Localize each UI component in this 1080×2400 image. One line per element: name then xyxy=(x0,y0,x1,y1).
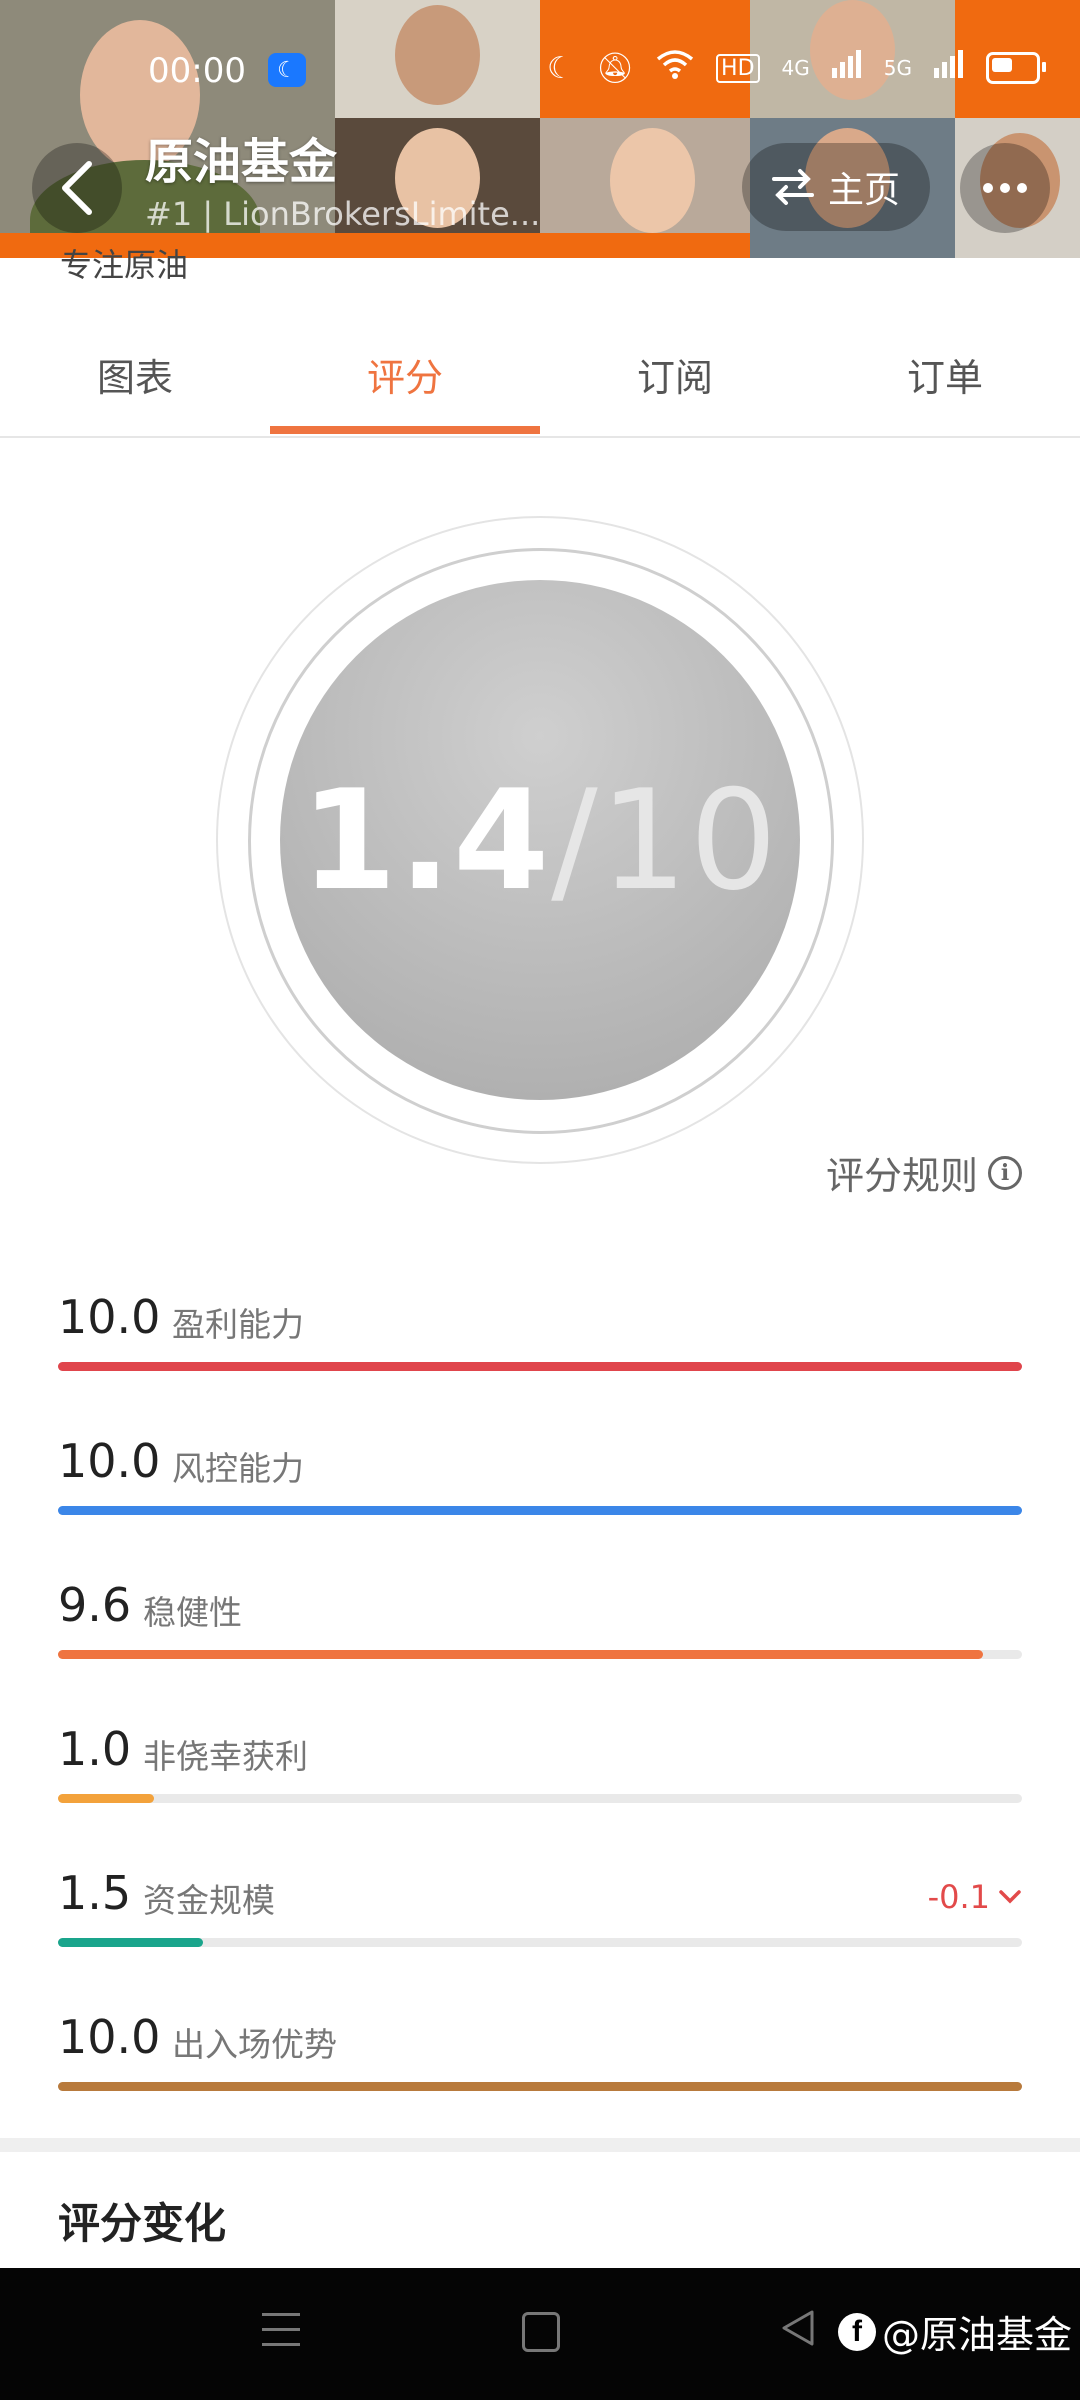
swap-arrows-icon xyxy=(771,169,814,205)
home-nav-button[interactable] xyxy=(522,2312,560,2352)
metric-track xyxy=(58,2082,1022,2091)
metric-fill xyxy=(58,1506,1022,1515)
overall-score: 1.4/10 xyxy=(301,760,780,921)
chevron-down-icon xyxy=(999,1890,1021,1904)
metric-fund-size: 1.5 资金规模 -0.1 xyxy=(58,1866,1022,1986)
header-banner: 00:00 ☾ ☾ 🔕︎ HD 4G 5G 原油基金 #1 | LionBrok… xyxy=(0,0,1080,258)
wifi-icon xyxy=(656,49,694,87)
score-gauge: 1.4/10 xyxy=(216,516,864,1164)
score-value: 1.4 xyxy=(300,759,552,921)
metric-track xyxy=(58,1794,1022,1803)
metric-stability: 9.6 稳健性 xyxy=(58,1578,1022,1698)
back-button[interactable] xyxy=(32,143,122,233)
score-disc: 1.4/10 xyxy=(280,580,800,1100)
metric-fill xyxy=(58,1362,1022,1371)
metric-label: 资金规模 xyxy=(143,1881,275,1920)
section-divider xyxy=(0,2138,1080,2152)
metric-fill xyxy=(58,2082,1022,2091)
recent-apps-button[interactable] xyxy=(262,2313,300,2347)
metric-delta: -0.1 xyxy=(928,1878,1022,1916)
metric-fill xyxy=(58,1938,203,1947)
tab-orders[interactable]: 订单 xyxy=(810,318,1080,436)
metric-label: 稳健性 xyxy=(143,1593,242,1632)
status-time: 00:00 xyxy=(148,51,246,91)
metric-label: 出入场优势 xyxy=(172,2025,337,2064)
home-button[interactable]: 主页 xyxy=(742,143,930,231)
dot-icon xyxy=(983,183,993,193)
metric-non-luck-profit: 1.0 非侥幸获利 xyxy=(58,1722,1022,1842)
metric-profitability: 10.0 盈利能力 xyxy=(58,1290,1022,1410)
metric-label: 非侥幸获利 xyxy=(143,1737,308,1776)
page-title: 原油基金 xyxy=(145,134,338,190)
back-nav-button[interactable] xyxy=(780,2308,816,2348)
metric-track xyxy=(58,1506,1022,1515)
tab-chart[interactable]: 图表 xyxy=(0,318,270,436)
metric-value: 1.0 xyxy=(58,1722,132,1776)
signal-5g-label: 5G xyxy=(883,56,912,80)
metric-value: 10.0 xyxy=(58,1434,161,1488)
metric-value: 10.0 xyxy=(58,1290,161,1344)
signal-icon xyxy=(831,50,862,86)
metric-track xyxy=(58,1362,1022,1371)
facebook-logo-icon: f xyxy=(838,2312,876,2351)
score-history-title: 评分变化 xyxy=(58,2199,227,2248)
dot-icon xyxy=(1017,183,1027,193)
battery-icon xyxy=(986,52,1046,84)
metric-label: 风控能力 xyxy=(172,1449,304,1488)
metric-track xyxy=(58,1650,1022,1659)
fund-tagline: 专注原油 xyxy=(60,246,189,284)
moon-icon: ☾ xyxy=(547,50,574,86)
home-button-label: 主页 xyxy=(827,170,900,211)
metric-value: 1.5 xyxy=(58,1866,132,1920)
score-rules-link[interactable]: 评分规则 i xyxy=(826,1145,1022,1200)
title-block: 原油基金 #1 | LionBrokersLimite... xyxy=(145,132,540,236)
metric-risk-control: 10.0 风控能力 xyxy=(58,1434,1022,1554)
bell-muted-icon: 🔕︎ xyxy=(595,50,635,86)
watermark: f @原油基金 xyxy=(838,2304,1072,2359)
active-tab-indicator xyxy=(270,426,540,434)
more-options-button[interactable] xyxy=(960,143,1050,233)
info-icon: i xyxy=(988,1155,1022,1190)
tab-score[interactable]: 评分 xyxy=(270,318,540,436)
status-bar: 00:00 ☾ ☾ 🔕︎ HD 4G 5G xyxy=(0,45,1080,95)
metric-value: 10.0 xyxy=(58,2010,161,2064)
metric-delta-value: -0.1 xyxy=(927,1878,990,1916)
moon-badge-icon: ☾ xyxy=(268,53,306,87)
score-max: /10 xyxy=(551,759,780,921)
signal-2-icon xyxy=(934,50,964,86)
hd-badge: HD xyxy=(716,53,760,83)
chevron-left-icon xyxy=(62,161,92,215)
system-nav-bar: f @原油基金 xyxy=(0,2268,1080,2400)
metric-value: 9.6 xyxy=(58,1578,132,1632)
metric-fill xyxy=(58,1650,984,1659)
metric-track xyxy=(58,1938,1022,1947)
metric-fill xyxy=(58,1794,155,1803)
dot-icon xyxy=(1000,183,1010,193)
tab-bar: 图表 评分 订阅 订单 xyxy=(0,318,1080,438)
metric-label: 盈利能力 xyxy=(172,1305,304,1344)
signal-4g-label: 4G xyxy=(781,56,810,80)
tab-subscribe[interactable]: 订阅 xyxy=(540,318,810,436)
page-subtitle: #1 | LionBrokersLimite... xyxy=(145,195,541,233)
score-rules-label: 评分规则 xyxy=(825,1154,978,1198)
metric-entry-exit-advantage: 10.0 出入场优势 xyxy=(58,2010,1022,2130)
watermark-text: @原油基金 xyxy=(882,2313,1073,2357)
